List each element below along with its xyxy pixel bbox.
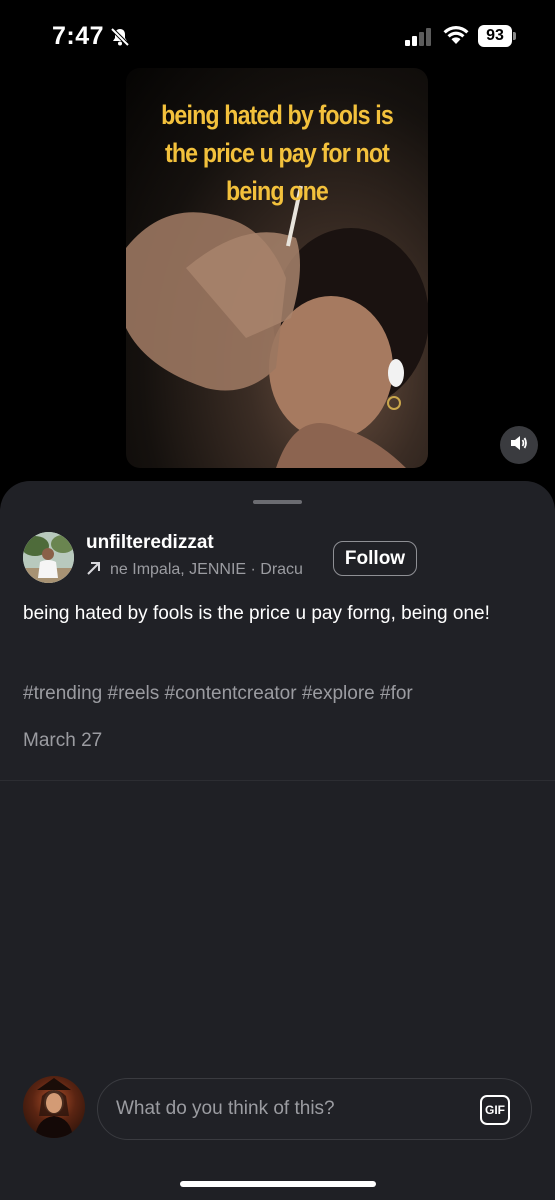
arrow-up-right-icon [86,560,102,576]
cellular-signal-icon [404,27,434,47]
comment-avatar [23,1076,85,1138]
battery-tip [513,32,516,40]
wifi-icon [442,24,470,46]
video-overlay-text: being hated by fools is the price u pay … [161,100,394,206]
post-details-sheet: unfilteredizzat ne Impala, JENNIE · Drac… [0,481,555,1200]
mute-toggle-button[interactable] [500,426,538,464]
post-caption: being hated by fools is the price u pay … [23,603,490,624]
audio-track[interactable]: ne Impala, JENNIE · Dracu [86,560,316,582]
gif-button[interactable]: GIF [480,1095,510,1125]
audio-track-label: ne Impala, JENNIE · Dracu [110,561,303,578]
drag-handle[interactable] [253,500,302,504]
status-bar: 7:47 93 [0,0,555,70]
battery-level: 93 [478,25,512,47]
follow-button[interactable]: Follow [333,541,417,576]
status-time: 7:47 [52,22,105,50]
comment-placeholder: What do you think of this? [116,1098,335,1119]
battery-icon: 93 [478,25,516,47]
reel-video[interactable]: being hated by fools is the price u pay … [126,68,428,468]
username[interactable]: unfilteredizzat [86,532,214,554]
hashtags[interactable]: #trending #reels #contentcreator #explor… [23,683,413,705]
avatar[interactable] [23,532,74,583]
comment-input[interactable]: What do you think of this? GIF [97,1078,532,1140]
post-date: March 27 [23,730,103,751]
bell-slash-icon [110,27,130,47]
speaker-icon [510,435,528,456]
home-indicator[interactable] [180,1181,376,1187]
